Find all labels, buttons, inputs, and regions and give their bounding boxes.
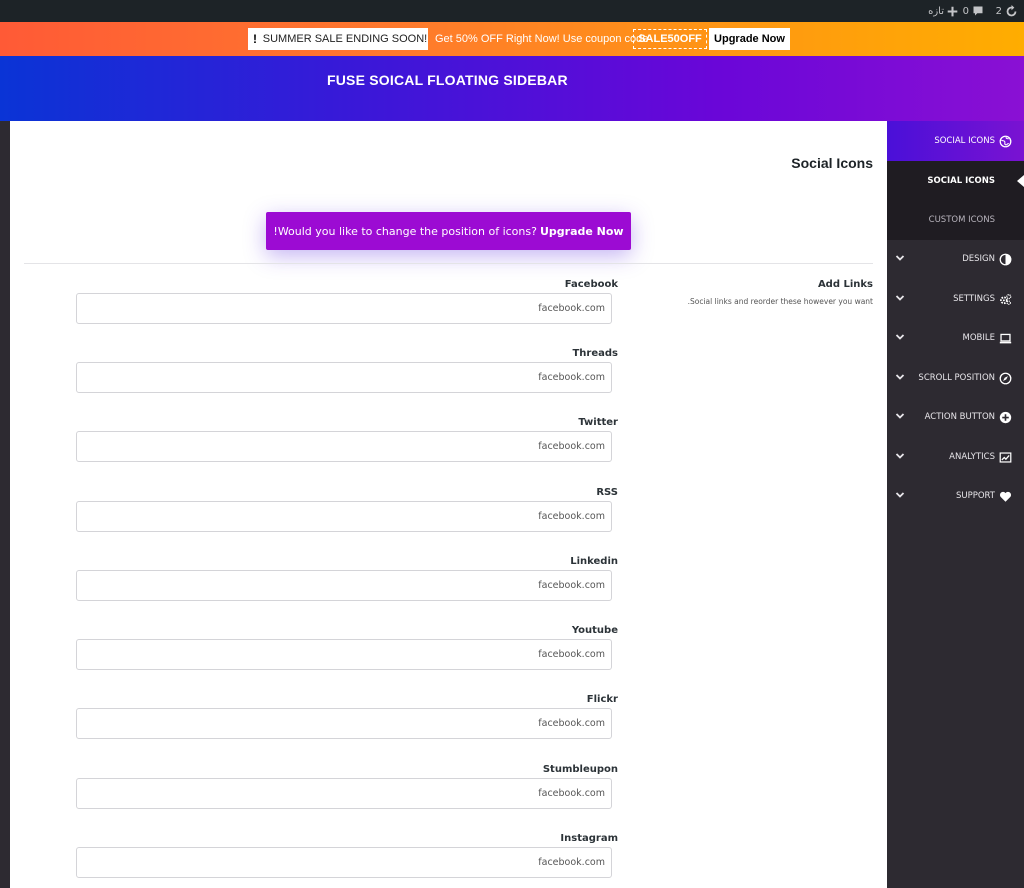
field-linkedin: Linkedin — [76, 556, 618, 606]
sidebar-item-label: SETTINGS — [953, 294, 995, 304]
sidebar-item-label: ANALYTICS — [949, 452, 995, 462]
field-label: Linkedin — [570, 556, 618, 567]
sidebar-item-action-button[interactable]: ACTION BUTTON — [887, 397, 1024, 437]
promo-offer-text: Get 50% OFF Right Now! Use coupon code — [435, 33, 649, 45]
sidebar-item-analytics[interactable]: ANALYTICS — [887, 437, 1024, 477]
chevron-down-icon — [895, 413, 905, 419]
chevron-down-icon — [895, 453, 905, 459]
sidebar-item-label: SCROLL POSITION — [918, 373, 995, 383]
section-divider — [24, 263, 873, 264]
gears-icon — [1000, 293, 1012, 305]
chevron-down-icon — [895, 255, 905, 261]
sidebar-item-label: SOCIAL ICONS — [934, 136, 995, 146]
field-label: Youtube — [571, 625, 618, 636]
field-label: Stumbleupon — [542, 764, 618, 775]
field-label: Twitter — [578, 417, 618, 428]
field-flickr: Flickr — [76, 694, 618, 744]
chevron-down-icon — [895, 374, 905, 380]
comments-count: 0 — [962, 5, 969, 17]
laptop-icon — [999, 333, 1012, 343]
field-label: Threads — [572, 348, 618, 359]
field-stumbleupon: Stumbleupon — [76, 764, 618, 814]
contrast-icon — [999, 253, 1012, 265]
new-label: تازه — [928, 5, 944, 17]
sidebar-item-label: ACTION BUTTON — [924, 412, 995, 422]
settings-panel: Social Icons !Would you like to change t… — [10, 121, 887, 888]
field-facebook: Facebook — [76, 279, 618, 329]
sidebar-item-label: DESIGN — [962, 254, 995, 264]
field-label: Facebook — [564, 279, 618, 290]
sidebar-subitem-custom-icons[interactable]: CUSTOM ICONS — [887, 200, 1024, 240]
social-globe-icon — [999, 135, 1012, 147]
upgrade-banner[interactable]: !Would you like to change the position o… — [266, 212, 631, 250]
field-label: Instagram — [560, 833, 618, 844]
sidebar-item-label: SUPPORT — [955, 491, 995, 501]
sidebar-subitem-social-icons[interactable]: SOCIAL ICONS — [887, 161, 1024, 201]
updates-item[interactable]: 2 — [996, 0, 1018, 22]
add-links-description: .Social links and reorder these however … — [687, 297, 873, 306]
plus-icon — [947, 6, 958, 16]
field-twitter: Twitter — [76, 417, 618, 467]
sidebar-item-label: MOBILE — [962, 333, 995, 343]
field-label: RSS — [596, 487, 618, 498]
threads-input[interactable] — [76, 362, 612, 393]
field-threads: Threads — [76, 348, 618, 398]
sidebar-item-label: SOCIAL ICONS — [927, 176, 995, 186]
youtube-input[interactable] — [76, 639, 612, 670]
comment-icon — [973, 6, 983, 16]
promo-exclamation: ! — [248, 28, 262, 50]
field-rss: RSS — [76, 487, 618, 537]
instagram-input[interactable] — [76, 847, 612, 878]
add-links-title: Add Links — [817, 279, 873, 290]
sidebar-item-social-icons[interactable]: SOCIAL ICONS — [887, 121, 1024, 161]
field-label: Flickr — [586, 694, 618, 705]
plus-circle-icon — [999, 411, 1012, 423]
admin-bar: 2 0 تازه — [0, 0, 1024, 22]
chart-icon — [999, 451, 1012, 463]
sidebar-item-support[interactable]: SUPPORT — [887, 476, 1024, 516]
active-pointer — [1017, 175, 1024, 187]
updates-count: 2 — [995, 5, 1002, 17]
sidebar-item-design[interactable]: DESIGN — [887, 239, 1024, 279]
plugin-title: FUSE SOICAL FLOATING SIDEBAR — [327, 72, 568, 88]
new-content-item[interactable]: تازه — [928, 0, 958, 22]
compass-icon — [999, 372, 1012, 384]
sidebar-item-scroll-position[interactable]: SCROLL POSITION — [887, 358, 1024, 398]
promo-coupon-code: SALE50OFF — [633, 29, 707, 49]
linkedin-input[interactable] — [76, 570, 612, 601]
sidebar-item-mobile[interactable]: MOBILE — [887, 318, 1024, 358]
rss-input[interactable] — [76, 501, 612, 532]
chevron-down-icon — [895, 334, 905, 340]
plugin-header: FUSE SOICAL FLOATING SIDEBAR — [0, 56, 1024, 121]
flickr-input[interactable] — [76, 708, 612, 739]
heart-icon — [999, 491, 1012, 502]
field-instagram: Instagram — [76, 833, 618, 883]
chevron-down-icon — [895, 492, 905, 498]
upgrade-banner-text: !Would you like to change the position o… — [273, 224, 537, 238]
promo-bar: ! SUMMER SALE ENDING SOON! Get 50% OFF R… — [0, 22, 1024, 56]
upgrade-banner-link[interactable]: Upgrade Now — [540, 225, 624, 238]
comments-item[interactable]: 0 — [963, 0, 984, 22]
page-root: 2 0 تازه ! SUMMER SALE ENDING SOON! Get … — [0, 0, 1024, 888]
promo-sale-text: SUMMER SALE ENDING SOON! — [262, 28, 428, 50]
chevron-down-icon — [895, 295, 905, 301]
facebook-input[interactable] — [76, 293, 612, 324]
settings-sidebar: SOCIAL ICONS SOCIAL ICONS CUSTOM ICONS D… — [887, 121, 1024, 888]
refresh-icon — [1006, 4, 1017, 16]
sidebar-item-settings[interactable]: SETTINGS — [887, 279, 1024, 319]
stumbleupon-input[interactable] — [76, 778, 612, 809]
field-youtube: Youtube — [76, 625, 618, 675]
promo-upgrade-button[interactable]: Upgrade Now — [709, 28, 790, 50]
sidebar-item-label: CUSTOM ICONS — [928, 215, 995, 225]
panel-title: Social Icons — [791, 155, 873, 171]
twitter-input[interactable] — [76, 431, 612, 462]
